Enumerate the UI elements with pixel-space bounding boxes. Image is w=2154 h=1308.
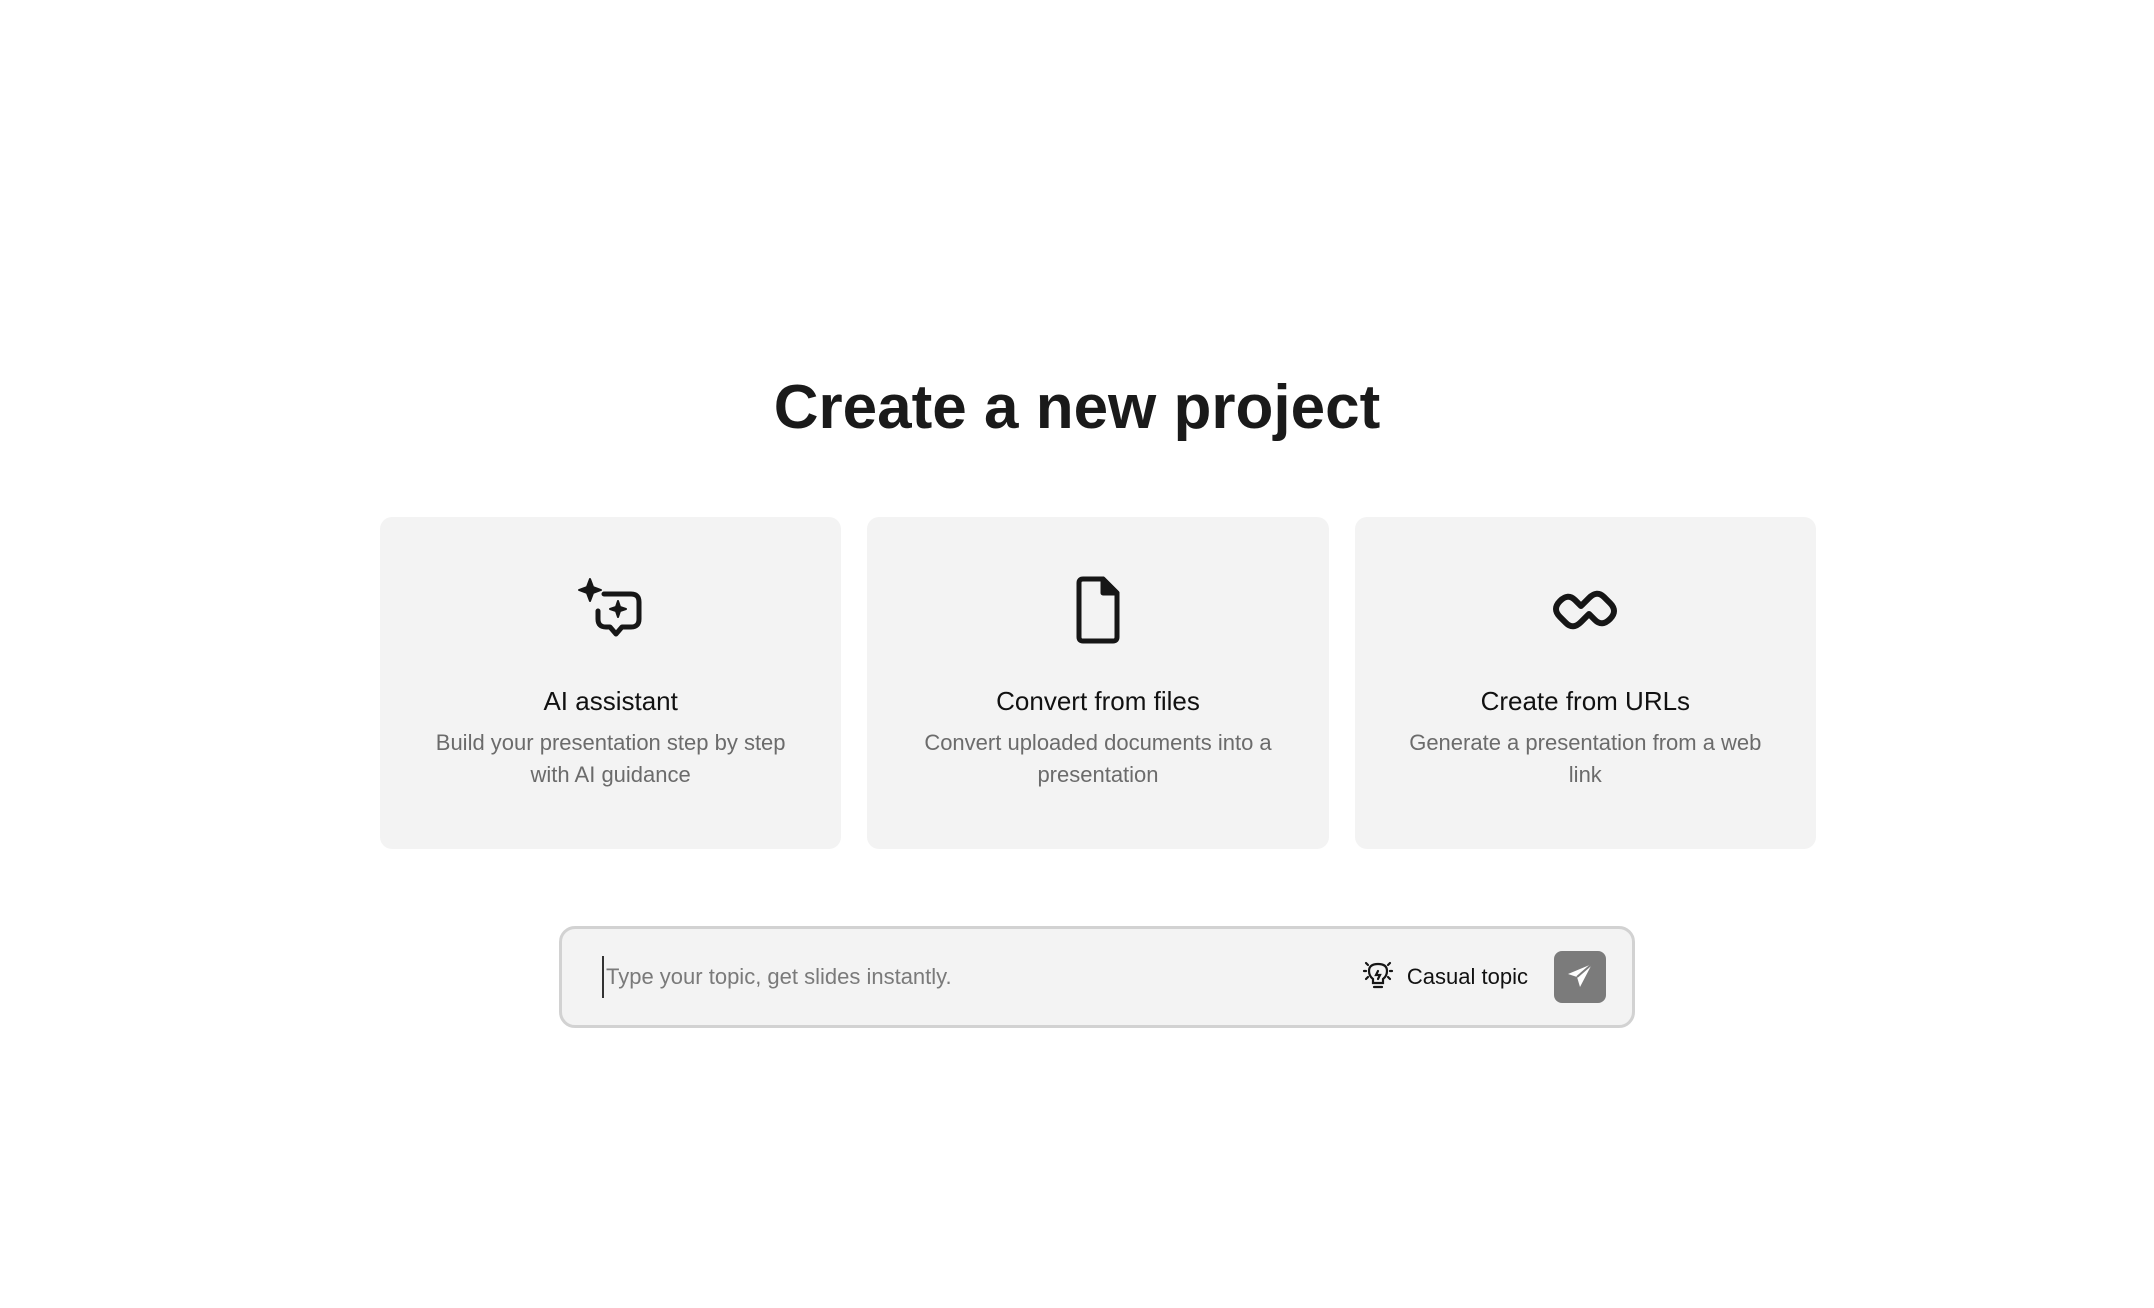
card-title: Convert from files <box>996 686 1200 716</box>
page-title: Create a new project <box>773 373 1381 442</box>
lightbulb-icon <box>1361 958 1395 997</box>
send-icon <box>1565 961 1595 994</box>
create-project-page: Create a new project AI assistant Build … <box>0 0 2154 1308</box>
link-icon <box>1550 575 1620 645</box>
card-description: Convert uploaded documents into a presen… <box>924 730 1272 787</box>
card-title: Create from URLs <box>1480 686 1691 716</box>
card-convert-files[interactable]: Convert from files Convert uploaded docu… <box>867 517 1329 849</box>
card-description: Generate a presentation from a web link <box>1409 730 1762 787</box>
card-description: Build your presentation step by step wit… <box>435 730 786 787</box>
card-ai-assistant[interactable]: AI assistant Build your presentation ste… <box>380 517 842 849</box>
casual-topic-toggle[interactable]: Casual topic <box>1361 958 1528 997</box>
file-icon <box>1063 575 1133 645</box>
project-options: AI assistant Build your presentation ste… <box>380 517 1816 849</box>
card-title: AI assistant <box>543 686 678 716</box>
send-button[interactable] <box>1554 951 1606 1003</box>
card-create-urls[interactable]: Create from URLs Generate a presentation… <box>1354 517 1816 849</box>
ai-sparkle-chat-icon <box>576 575 646 645</box>
topic-input[interactable] <box>602 956 1361 998</box>
topic-prompt-bar: Casual topic <box>559 926 1635 1028</box>
topic-mode-label: Casual topic <box>1406 964 1528 989</box>
